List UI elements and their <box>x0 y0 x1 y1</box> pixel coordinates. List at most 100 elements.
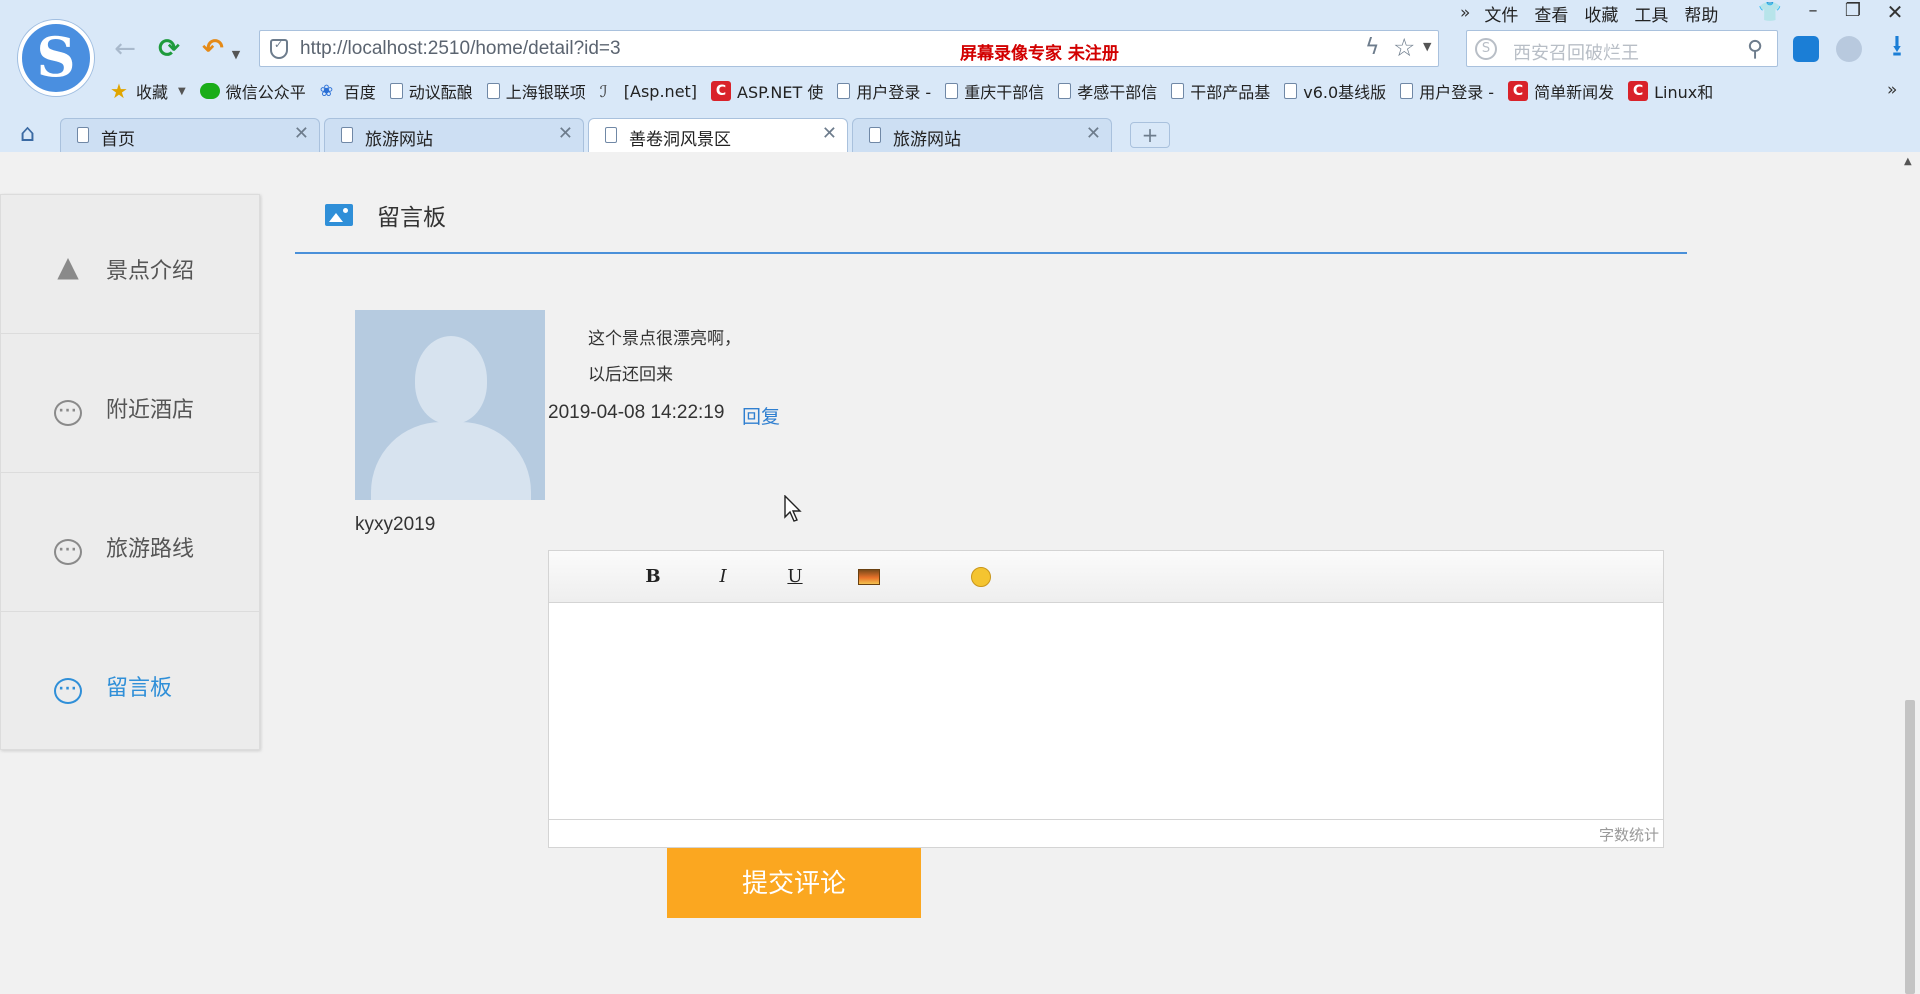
insert-image-button[interactable] <box>855 563 883 591</box>
bookmark-label: 动议酝酿 <box>408 83 473 102</box>
page-scrollbar[interactable]: ▲ <box>1900 152 1920 994</box>
bookmark-item[interactable]: 动议酝酿 <box>389 79 473 103</box>
csdn-icon: C <box>1628 81 1649 101</box>
bookmark-item[interactable]: 用户登录 - <box>837 79 931 103</box>
back-button[interactable]: ← <box>110 34 140 64</box>
page-icon <box>1284 83 1298 99</box>
close-window-button[interactable]: ✕ <box>1878 0 1912 24</box>
comment-editor: B I U 字数统计 <box>548 550 1664 848</box>
link-icon: ℐ <box>599 81 608 101</box>
bookmark-label: v6.0基线版 <box>1303 83 1387 102</box>
csdn-icon: C <box>711 81 732 101</box>
emoji-button[interactable] <box>967 563 995 591</box>
bookmark-item[interactable]: C ASP.NET 使 <box>711 79 823 103</box>
bookmark-item[interactable]: v6.0基线版 <box>1284 79 1386 103</box>
bookmark-label: 收藏 <box>136 83 169 102</box>
avatar-body <box>371 422 531 500</box>
scrollbar-thumb[interactable] <box>1905 700 1915 994</box>
mouse-cursor-icon <box>784 495 802 522</box>
sidebar-item-attractions[interactable]: ▲ 景点介绍 <box>1 195 259 334</box>
bookmark-item[interactable]: 上海银联项 <box>486 79 586 103</box>
minimize-button[interactable]: – <box>1796 0 1830 21</box>
tab-home[interactable]: 首页 ✕ <box>60 118 320 152</box>
bookmark-item[interactable]: ❀ 百度 <box>320 79 376 103</box>
reply-link[interactable]: 回复 <box>742 402 780 429</box>
more-options-icon[interactable] <box>1836 36 1862 62</box>
tab-close-icon[interactable]: ✕ <box>558 123 573 144</box>
page-icon <box>605 127 617 143</box>
image-icon <box>325 204 353 226</box>
tab-scenic-area[interactable]: 善卷洞风景区 ✕ <box>588 118 848 153</box>
bookmark-label: 百度 <box>343 83 376 102</box>
security-shield-icon <box>270 38 288 59</box>
extension-icon[interactable] <box>1793 36 1819 62</box>
avatar-head <box>415 336 487 424</box>
sidebar-item-label: 景点介绍 <box>106 259 195 284</box>
tab-bar: ⌂ 首页 ✕ 旅游网站 ✕ 善卷洞风景区 ✕ 旅游网站 ✕ + <box>0 116 1920 153</box>
search-engine-icon[interactable]: S <box>1475 38 1497 60</box>
sidebar-item-message-board[interactable]: ··· 留言板 <box>1 612 259 751</box>
mountain-icon: ▲ <box>57 250 79 283</box>
restore-button[interactable]: ❐ <box>1836 0 1870 21</box>
sidebar: ▲ 景点介绍 ··· 附近酒店 ··· 旅游路线 ··· 留言板 <box>0 194 260 750</box>
menu-help[interactable]: 帮助 <box>1684 1 1718 26</box>
bookmark-label: 孝感干部信 <box>1077 83 1158 102</box>
skin-shirt-icon[interactable]: 👕 <box>1758 0 1782 23</box>
bookmark-item[interactable]: C Linux和 <box>1628 79 1713 103</box>
bookmarks-more-icon[interactable]: » <box>1887 80 1897 100</box>
refresh-button[interactable]: ⟳ <box>154 34 184 64</box>
tab-close-icon[interactable]: ✕ <box>822 123 837 144</box>
italic-button[interactable]: I <box>709 563 737 591</box>
bookmark-label: [Asp.net] <box>623 81 698 101</box>
tab-close-icon[interactable]: ✕ <box>1086 123 1101 144</box>
bookmark-item[interactable]: 用户登录 - <box>1400 79 1494 103</box>
chat-bubble-icon: ··· <box>51 531 85 565</box>
tab-travel-site[interactable]: 旅游网站 ✕ <box>324 118 584 152</box>
address-bar[interactable]: http://localhost:2510/home/detail?id=3 屏… <box>259 30 1439 67</box>
bold-button[interactable]: B <box>639 563 667 591</box>
search-input[interactable]: 西安召回破烂王 <box>1513 39 1639 65</box>
tab-close-icon[interactable]: ✕ <box>294 123 309 144</box>
underline-button[interactable]: U <box>781 563 809 591</box>
menu-view[interactable]: 查看 <box>1534 1 1568 26</box>
smiley-icon <box>971 567 991 587</box>
url-text[interactable]: http://localhost:2510/home/detail?id=3 <box>300 38 621 60</box>
home-icon[interactable]: ⌂ <box>20 119 35 147</box>
word-count: 字数统计 <box>1598 826 1659 844</box>
undo-dropdown-icon[interactable]: ▼ <box>229 40 243 70</box>
sidebar-item-label: 旅游路线 <box>106 537 195 562</box>
comment-textarea[interactable] <box>549 604 1663 820</box>
submit-comment-button[interactable]: 提交评论 <box>667 848 921 918</box>
search-box[interactable]: S 西安召回破烂王 ⚲ <box>1466 30 1778 67</box>
bookmark-item[interactable]: C 简单新闻发 <box>1508 79 1614 103</box>
bookmark-item[interactable]: ℐ [Asp.net] <box>600 82 697 101</box>
star-icon: ★ <box>110 79 128 103</box>
bookmark-favorites[interactable]: ★ 收藏 ▼ <box>110 79 186 103</box>
tab-travel-site-2[interactable]: 旅游网站 ✕ <box>852 118 1112 152</box>
menu-file[interactable]: 文件 <box>1484 1 1518 26</box>
bookmark-item[interactable]: 重庆干部信 <box>945 79 1044 103</box>
page-content: ▲ 景点介绍 ··· 附近酒店 ··· 旅游路线 ··· 留言板 留言板 kyx… <box>0 152 1900 994</box>
address-dropdown-icon[interactable]: ▼ <box>1423 40 1431 53</box>
flash-icon[interactable]: ϟ <box>1365 35 1380 60</box>
bookmark-item[interactable]: 孝感干部信 <box>1058 79 1157 103</box>
menu-favorites[interactable]: 收藏 <box>1584 1 1618 26</box>
download-icon[interactable]: ⭳ <box>1882 32 1912 62</box>
new-tab-button[interactable]: + <box>1130 122 1170 148</box>
bookmark-star-icon[interactable]: ☆ <box>1393 33 1415 62</box>
bookmark-label: Linux和 <box>1654 83 1714 102</box>
page-icon <box>869 127 881 143</box>
chevron-down-icon[interactable]: ▼ <box>178 86 186 97</box>
sidebar-item-routes[interactable]: ··· 旅游路线 <box>1 473 259 612</box>
menu-more-icon[interactable]: » <box>1460 3 1470 23</box>
bookmark-item[interactable]: 微信公众平 <box>199 79 306 103</box>
picture-icon <box>858 569 880 585</box>
search-icon[interactable]: ⚲ <box>1747 37 1763 62</box>
menu-tools[interactable]: 工具 <box>1634 1 1668 26</box>
scroll-up-icon[interactable]: ▲ <box>1904 156 1912 167</box>
sidebar-item-hotels[interactable]: ··· 附近酒店 <box>1 334 259 473</box>
comment-text: 以后还回来 <box>588 365 673 385</box>
bookmark-item[interactable]: 干部产品基 <box>1171 79 1270 103</box>
tab-label: 善卷洞风景区 <box>629 130 731 150</box>
undo-close-tab-button[interactable]: ↶ <box>198 34 228 64</box>
